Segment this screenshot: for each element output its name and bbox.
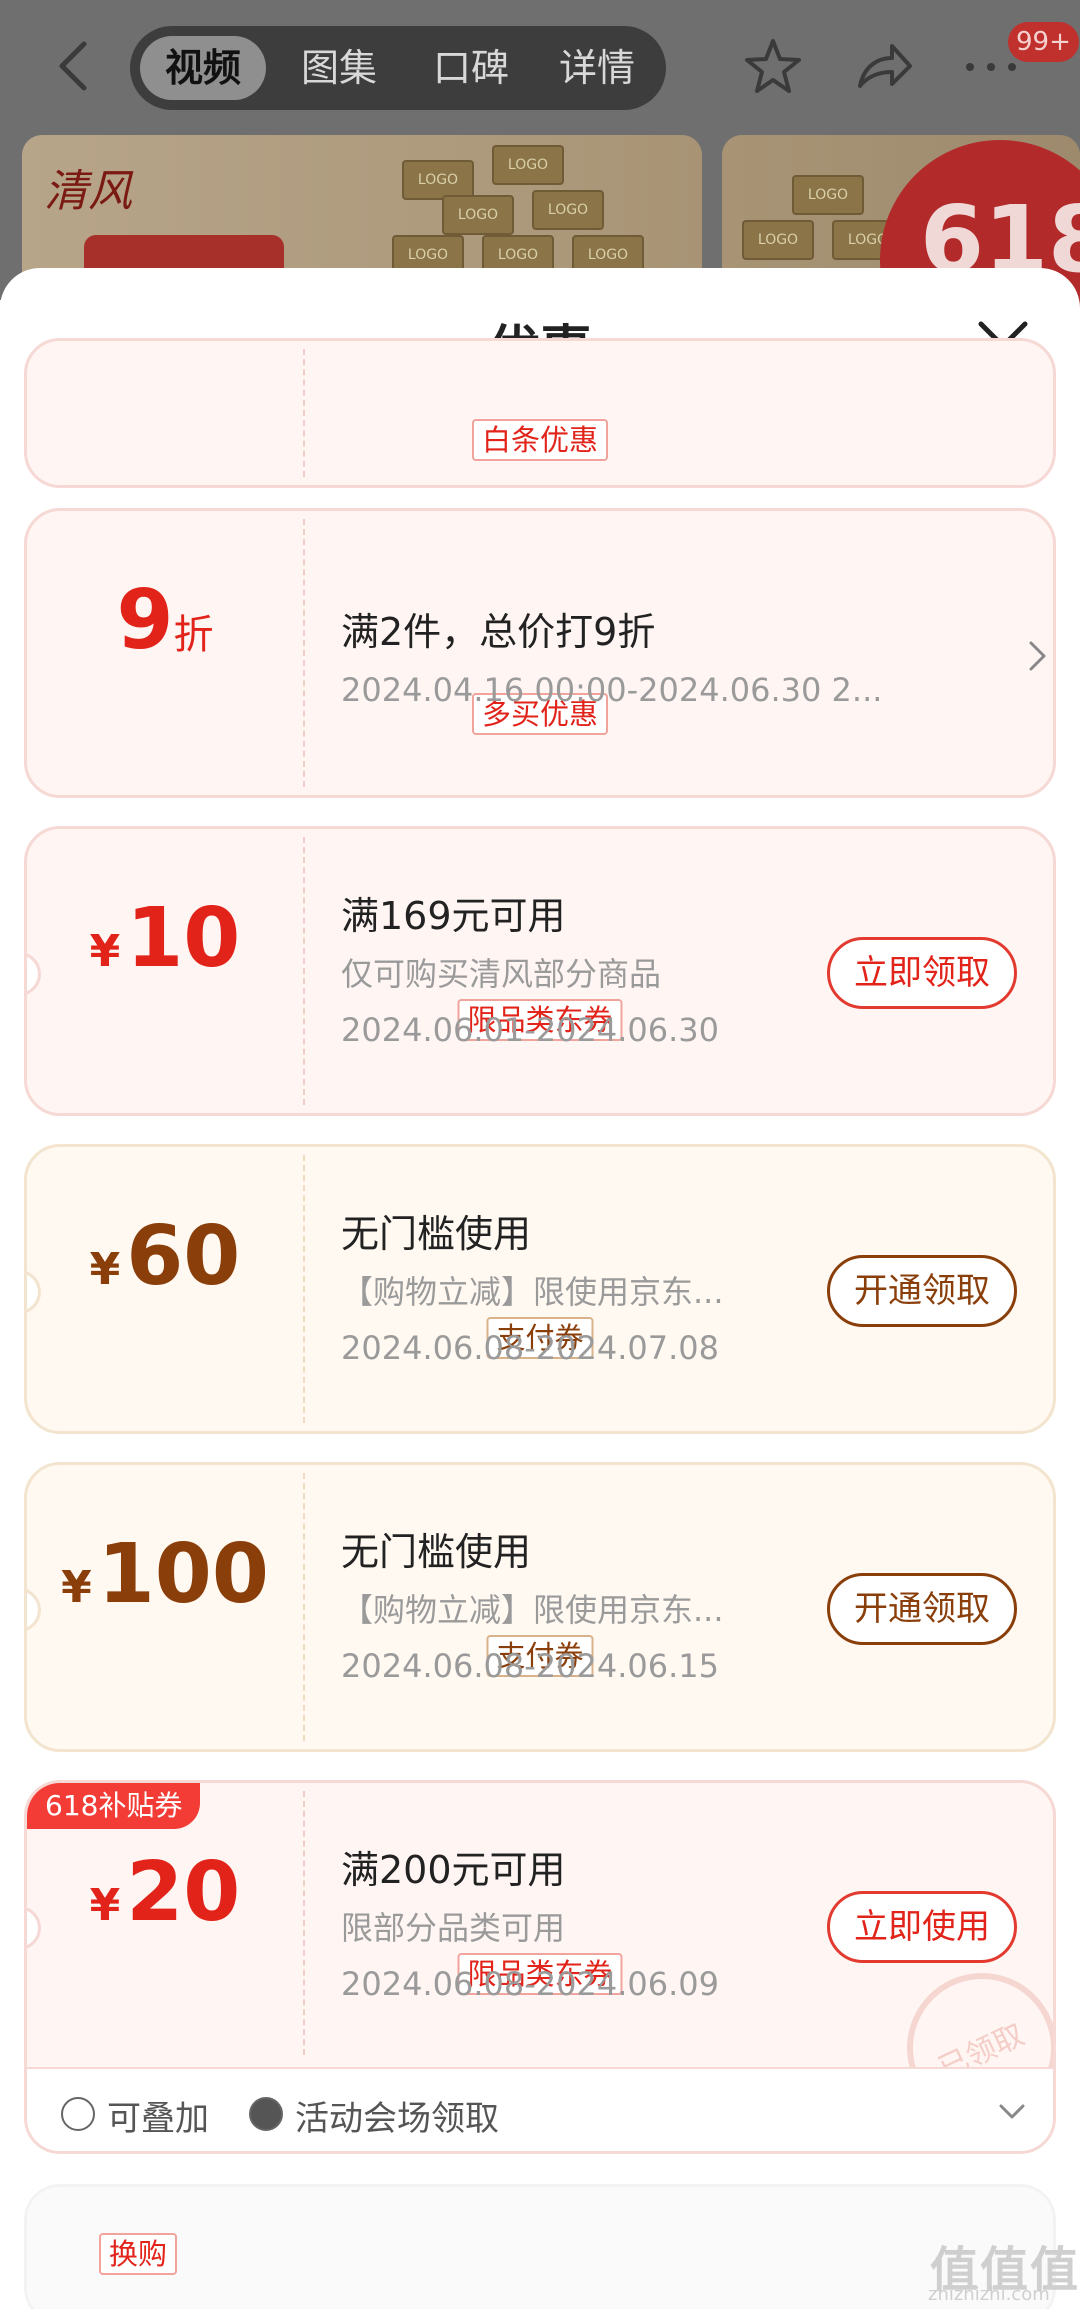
content-tab-switcher: 视频 图集 口碑 详情 <box>130 26 666 110</box>
amount-value: 60 <box>126 1209 241 1304</box>
offers-bottom-sheet: 优惠 白条优惠 9折 多买优惠 满2件，总价打9折 2024.04.16 00:… <box>0 268 1080 2309</box>
offer-validity: 2024.04.16 00:00-2024.06.30 2... <box>341 671 883 709</box>
offer-card-pay-100[interactable]: ¥100 支付券 无门槛使用 【购物立减】限使用京东... 2024.06.08… <box>24 1462 1056 1752</box>
tab-reviews[interactable]: 口碑 <box>408 36 534 100</box>
amount-value: 20 <box>126 1845 241 1940</box>
currency-symbol: ¥ <box>89 1244 121 1295</box>
offer-title: 无门槛使用 <box>341 1212 532 1256</box>
brand-logo: 清风 <box>44 166 132 217</box>
tab-details[interactable]: 详情 <box>534 36 660 100</box>
subsidy-ribbon: 618补贴券 <box>27 1783 201 1829</box>
currency-symbol: ¥ <box>61 1562 92 1613</box>
claim-now-button[interactable]: 立即领取 <box>827 937 1017 1009</box>
share-icon[interactable] <box>852 36 914 98</box>
favorite-star-icon[interactable] <box>742 36 804 98</box>
offer-title: 满169元可用 <box>341 894 566 938</box>
offer-card-baitiao[interactable]: 白条优惠 <box>24 338 1056 488</box>
offer-title: 无门槛使用 <box>341 1530 532 1574</box>
amount-unit: 折 <box>173 612 214 658</box>
stackable-icon <box>61 2097 95 2131</box>
card-divider <box>303 519 305 787</box>
offer-card-pay-60[interactable]: ¥60 支付券 无门槛使用 【购物立减】限使用京东... 2024.06.08-… <box>24 1144 1056 1434</box>
product-box: LOGO <box>532 190 604 230</box>
offer-title: 满200元可用 <box>341 1848 566 1892</box>
card-divider <box>303 1791 305 2055</box>
top-navigation-bar: 视频 图集 口碑 详情 99+ <box>0 0 1080 135</box>
offer-card-coupon-10[interactable]: ¥10 限品类东券 满169元可用 仅可购买清风部分商品 2024.06.01-… <box>24 826 1056 1116</box>
chevron-right-icon[interactable] <box>1027 639 1049 673</box>
back-arrow-icon[interactable] <box>52 40 96 92</box>
source-label: 活动会场领取 <box>295 2099 499 2139</box>
currency-symbol: ¥ <box>89 926 121 977</box>
offer-validity: 2024.06.01-2024.06.30 <box>341 1011 719 1049</box>
offer-footer: 可叠加 活动会场领取 <box>27 2067 1053 2151</box>
stackable-label: 可叠加 <box>107 2099 209 2139</box>
card-divider <box>303 349 305 477</box>
amount-value: 9 <box>116 573 174 668</box>
product-page-background: 清风 LOGO LOGO LOGO LOGO LOGO LOGO LOGO LO… <box>0 0 1080 380</box>
offer-description: 【购物立减】限使用京东... <box>341 1591 724 1629</box>
amount-value: 10 <box>126 891 241 986</box>
offer-amount: ¥100 <box>27 1527 303 1622</box>
activate-claim-button[interactable]: 开通领取 <box>827 1573 1017 1645</box>
card-divider <box>303 1155 305 1423</box>
card-divider <box>303 837 305 1105</box>
tab-video[interactable]: 视频 <box>140 36 266 100</box>
offer-amount: ¥20 <box>27 1845 303 1940</box>
currency-symbol: ¥ <box>89 1880 121 1931</box>
offer-amount: ¥60 <box>27 1209 303 1304</box>
offer-description: 仅可购买清风部分商品 <box>341 955 662 993</box>
amount-value: 100 <box>97 1527 269 1622</box>
notification-badge: 99+ <box>1008 22 1079 62</box>
offer-amount: ¥10 <box>27 891 303 986</box>
offer-description: 限部分品类可用 <box>341 1909 566 1947</box>
ticket-icon <box>249 2097 283 2131</box>
offer-card-exchange[interactable]: 换购 <box>24 2184 1056 2309</box>
offer-card-coupon-20[interactable]: 618补贴券 ¥20 限品类东券 满200元可用 限部分品类可用 2024.06… <box>24 1780 1056 2154</box>
offer-title: 满2件，总价打9折 <box>341 610 656 654</box>
offer-validity: 2024.06.08-2024.06.09 <box>341 1965 719 2003</box>
tab-gallery[interactable]: 图集 <box>276 36 402 100</box>
product-box: LOGO <box>742 220 814 260</box>
product-box: LOGO <box>442 195 514 235</box>
site-watermark-url: zhizhizhi.com <box>928 2284 1050 2305</box>
chevron-down-icon[interactable] <box>997 2101 1027 2123</box>
activate-claim-button[interactable]: 开通领取 <box>827 1255 1017 1327</box>
offer-card-discount[interactable]: 9折 多买优惠 满2件，总价打9折 2024.04.16 00:00-2024.… <box>24 508 1056 798</box>
product-box: LOGO <box>402 160 474 200</box>
offer-tag: 换购 <box>99 2233 178 2275</box>
card-divider <box>303 1473 305 1741</box>
offer-description: 【购物立减】限使用京东... <box>341 1273 724 1311</box>
product-box: LOGO <box>492 145 564 185</box>
offer-amount: 9折 <box>27 573 303 668</box>
use-now-button[interactable]: 立即使用 <box>827 1891 1017 1963</box>
offer-validity: 2024.06.08-2024.06.15 <box>341 1647 719 1685</box>
product-box: LOGO <box>792 175 864 215</box>
offer-validity: 2024.06.08-2024.07.08 <box>341 1329 719 1367</box>
offer-tag: 白条优惠 <box>471 419 609 461</box>
